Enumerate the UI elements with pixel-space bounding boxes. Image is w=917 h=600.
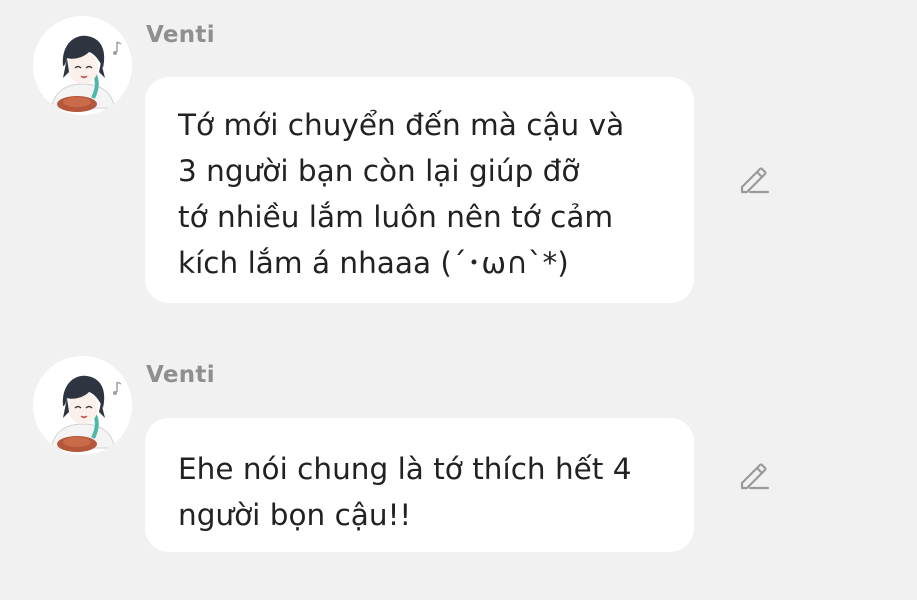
sender-name: Venti [146,22,215,48]
pencil-edit-icon [740,463,770,490]
sender-name: Venti [146,362,215,388]
avatar-image [33,356,132,455]
edit-message-button[interactable] [734,160,772,198]
pencil-edit-icon [740,167,770,194]
avatar-image [33,16,132,115]
message-text: Ehe nói chung là tớ thích hết 4 người bọ… [178,452,632,532]
message-text: Tớ mới chuyển đến mà cậu và 3 người bạn … [178,108,625,280]
message-bubble[interactable]: Tớ mới chuyển đến mà cậu và 3 người bạn … [145,77,694,303]
sender-avatar[interactable] [33,16,132,115]
message-bubble[interactable]: Ehe nói chung là tớ thích hết 4 người bọ… [145,418,694,552]
chat-thread: Venti Tớ mới chuyển đến mà cậu và 3 ngườ… [0,0,917,600]
edit-message-button[interactable] [734,456,772,494]
sender-avatar[interactable] [33,356,132,455]
